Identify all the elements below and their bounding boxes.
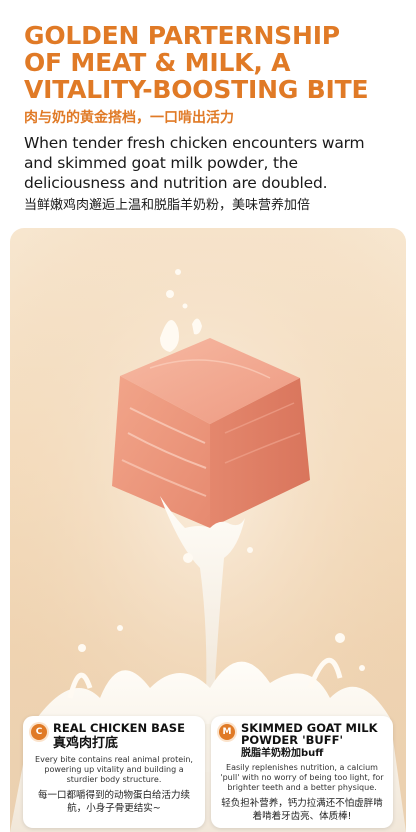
headline-line-1: GOLDEN PARTERNSHIP xyxy=(24,21,340,50)
card-title-en: SKIMMED GOAT MILK POWDER 'BUFF' xyxy=(241,721,378,747)
description-en: When tender fresh chicken encounters war… xyxy=(24,134,365,192)
card-body-cn: 轻负担补营养，钙力拉满还不怕虚胖啃着啃着牙齿亮、体质棒! xyxy=(221,798,383,822)
card-body-cn: 每一口都嚼得到的动物蛋白给活力续航，小身子骨更结实~ xyxy=(37,790,190,814)
card-title-en: REAL CHICKEN BASE xyxy=(53,721,185,735)
headline-line-3: VITALITY-BOOSTING BITE xyxy=(24,75,369,104)
header: GOLDEN PARTERNSHIP OF MEAT & MILK, A VIT… xyxy=(24,22,396,215)
card-header: M SKIMMED GOAT MILK POWDER 'BUFF' 脱脂羊奶粉加… xyxy=(219,722,385,760)
card-title-cn: 真鸡肉打底 xyxy=(53,736,119,751)
headline: GOLDEN PARTERNSHIP OF MEAT & MILK, A VIT… xyxy=(24,22,396,103)
feature-card-chicken: C REAL CHICKEN BASE 真鸡肉打底 Every bite con… xyxy=(23,716,205,828)
chicken-badge-icon: C xyxy=(31,724,47,740)
feature-card-goat-milk: M SKIMMED GOAT MILK POWDER 'BUFF' 脱脂羊奶粉加… xyxy=(211,716,393,828)
description-cn: 当鲜嫩鸡肉邂逅上温和脱脂羊奶粉，美味营养加倍 xyxy=(24,198,311,213)
card-body-en: Every bite contains real animal protein,… xyxy=(35,755,193,784)
headline-line-2: OF MEAT & MILK, A xyxy=(24,48,291,77)
card-body-en: Easily replenishes nutrition, a calcium … xyxy=(220,763,384,792)
subtitle-cn: 肉与奶的黄金搭档，一口啃出活力 xyxy=(24,110,234,126)
milk-badge-icon: M xyxy=(219,724,235,740)
card-header: C REAL CHICKEN BASE 真鸡肉打底 xyxy=(31,722,197,752)
card-title-cn: 脱脂羊奶粉加buff xyxy=(241,748,324,759)
